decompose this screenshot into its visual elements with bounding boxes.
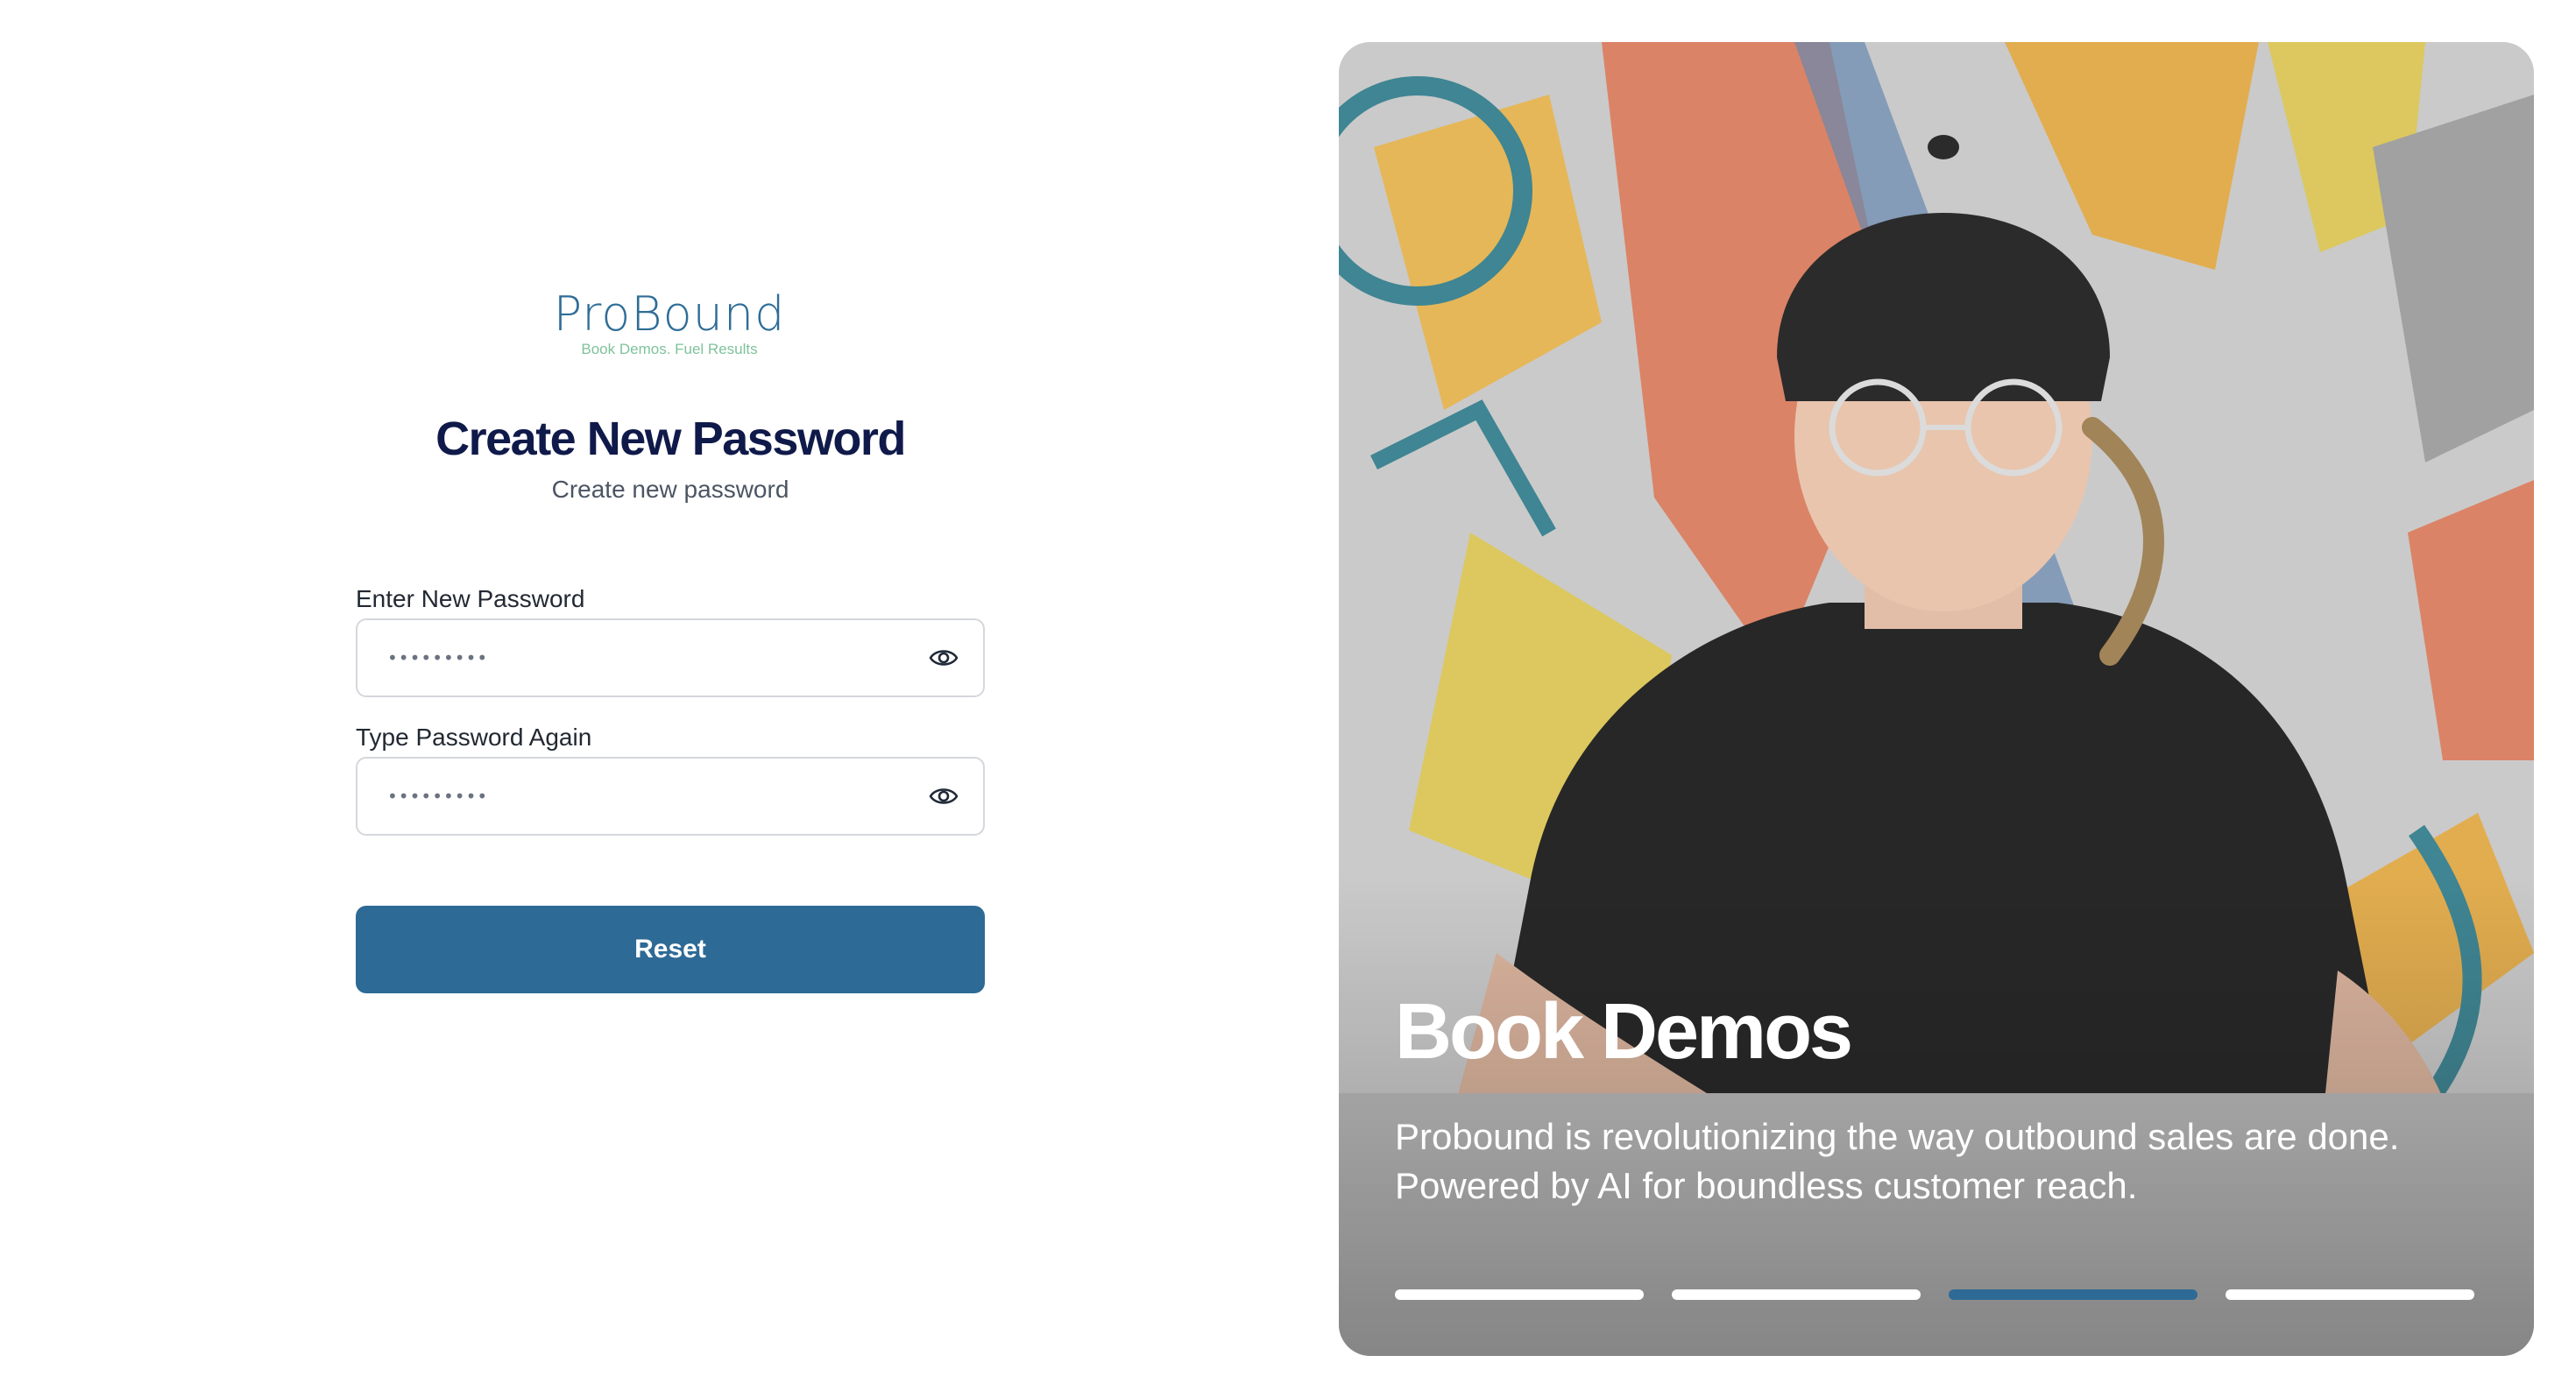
eye-icon[interactable] <box>929 783 959 809</box>
new-password-label: Enter New Password <box>356 585 585 612</box>
hero-description: Probound is revolutionizing the way outb… <box>1395 1116 2400 1206</box>
confirm-password-value[interactable]: ••••••••• <box>387 759 488 834</box>
carousel-dot-1[interactable] <box>1395 1289 1644 1300</box>
carousel-indicators <box>1395 1289 2478 1300</box>
page-subtitle: Create new password <box>551 476 789 503</box>
new-password-field[interactable]: ••••••••• <box>356 618 985 697</box>
confirm-password-label: Type Password Again <box>356 724 592 751</box>
new-password-value[interactable]: ••••••••• <box>387 620 488 695</box>
probound-logo: ProBound Book Demos. Fuel Results <box>541 289 797 359</box>
logo-tagline: Book Demos. Fuel Results <box>581 341 758 357</box>
eye-icon[interactable] <box>929 645 959 671</box>
hero-panel: Book Demos Probound is revolutionizing t… <box>1339 42 2534 1356</box>
page-title: Create New Password <box>435 413 906 465</box>
carousel-dot-3-active[interactable] <box>1949 1289 2197 1300</box>
reset-button[interactable]: Reset <box>356 906 985 993</box>
logo-wordmark: ProBound <box>553 286 786 342</box>
carousel-dot-4[interactable] <box>2226 1289 2474 1300</box>
password-form-panel: ProBound Book Demos. Fuel Results Create… <box>356 0 985 1398</box>
hero-title: Book Demos <box>1395 988 1853 1076</box>
carousel-dot-2[interactable] <box>1672 1289 1921 1300</box>
reset-password-page: ProBound Book Demos. Fuel Results Create… <box>0 0 2576 1398</box>
confirm-password-field[interactable]: ••••••••• <box>356 757 985 836</box>
